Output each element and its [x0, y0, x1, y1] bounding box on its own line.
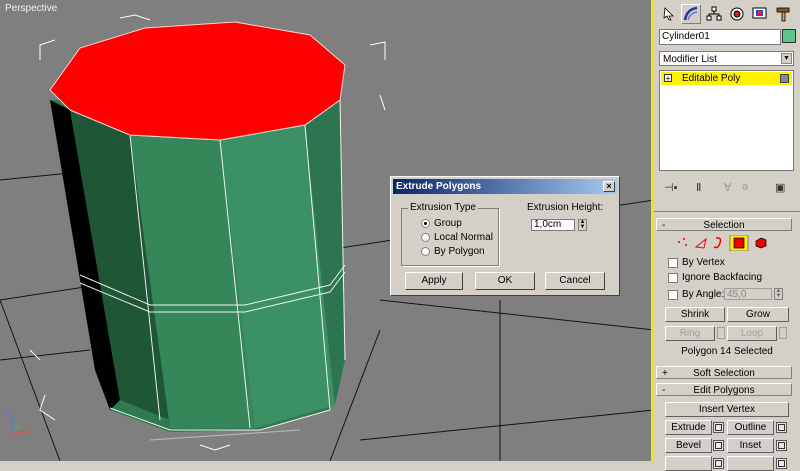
- group-radio[interactable]: [421, 219, 430, 228]
- ring-spinner[interactable]: [717, 327, 725, 339]
- by-vertex-checkbox[interactable]: [668, 258, 678, 268]
- ignore-backfacing-checkbox[interactable]: [668, 273, 678, 283]
- partial-button-row-2[interactable]: [727, 456, 774, 471]
- inset-settings-icon[interactable]: [776, 440, 787, 451]
- polygon-icon[interactable]: [733, 237, 745, 249]
- by-polygon-option-label: By Polygon: [434, 246, 485, 257]
- by-angle-checkbox[interactable]: [668, 290, 678, 300]
- cancel-button[interactable]: Cancel: [545, 272, 605, 290]
- dialog-title: Extrude Polygons: [396, 181, 482, 192]
- motion-tab-icon[interactable]: [727, 4, 747, 24]
- remove-modifier-icon[interactable]: ə: [742, 181, 748, 195]
- outline-settings-icon[interactable]: [776, 422, 787, 433]
- extrude-polygons-dialog: Extrude Polygons × Extrusion Type Group …: [390, 176, 620, 296]
- selection-rollout-title: Selection: [703, 220, 745, 231]
- collapse-sign: -: [662, 220, 666, 231]
- group-option-label: Group: [434, 218, 462, 229]
- partial-button-row[interactable]: [665, 456, 712, 471]
- inset-button[interactable]: Inset: [727, 438, 774, 453]
- stack-item-toggle-icon[interactable]: [780, 74, 789, 83]
- chevron-down-icon[interactable]: ▼: [781, 53, 792, 64]
- display-tab-icon[interactable]: [750, 4, 770, 24]
- expand-sign: +: [662, 368, 668, 379]
- modifier-list-dropdown[interactable]: Modifier List ▼: [659, 51, 794, 66]
- soft-selection-rollout-header[interactable]: + Soft Selection: [656, 366, 792, 379]
- configure-sets-icon[interactable]: ▣: [775, 181, 785, 195]
- axis-tripod-icon: z x: [6, 408, 31, 436]
- svg-text:z: z: [6, 408, 10, 415]
- angle-value-field[interactable]: 45,0: [724, 288, 772, 300]
- extrusion-height-spinner[interactable]: ▲ ▼: [578, 219, 587, 231]
- collapse-sign: -: [662, 385, 666, 396]
- show-end-result-icon[interactable]: Ⅱ: [696, 181, 701, 195]
- pin-stack-icon[interactable]: ⊣▪: [664, 181, 677, 195]
- angle-spinner[interactable]: ▲ ▼: [774, 288, 783, 300]
- element-icon[interactable]: [755, 237, 767, 249]
- extrude-settings-icon[interactable]: [713, 422, 724, 433]
- dialog-title-bar[interactable]: Extrude Polygons ×: [393, 179, 617, 194]
- by-vertex-label: By Vertex: [682, 257, 725, 268]
- bevel-settings-icon[interactable]: [713, 440, 724, 451]
- edit-polygons-title: Edit Polygons: [693, 385, 755, 396]
- ignore-backfacing-label: Ignore Backfacing: [682, 272, 763, 283]
- loop-spinner[interactable]: [779, 327, 787, 339]
- extrusion-height-input[interactable]: 1,0cm: [531, 219, 575, 231]
- shrink-button[interactable]: Shrink: [665, 307, 725, 322]
- stack-item-editable-poly[interactable]: + Editable Poly: [661, 72, 792, 85]
- modifier-list-label: Modifier List: [663, 54, 717, 65]
- grow-button[interactable]: Grow: [727, 307, 789, 322]
- create-tab-icon[interactable]: [659, 4, 679, 24]
- extrusion-type-group: Extrusion Type Group Local Normal By Pol…: [401, 202, 499, 266]
- selection-status: Polygon 14 Selected: [681, 346, 773, 357]
- modifier-stack[interactable]: + Editable Poly: [659, 70, 794, 171]
- make-unique-icon[interactable]: ∀: [724, 181, 732, 195]
- edit-polygons-rollout-header[interactable]: - Edit Polygons: [656, 383, 792, 396]
- partial-settings-icon-2[interactable]: [776, 458, 787, 469]
- local-normal-option-label: Local Normal: [434, 232, 493, 243]
- border-icon[interactable]: [713, 237, 722, 249]
- apply-button[interactable]: Apply: [405, 272, 463, 290]
- rollout-divider: [654, 211, 800, 212]
- utilities-tab-icon[interactable]: [773, 4, 793, 24]
- vertex-icon[interactable]: [678, 238, 687, 246]
- expand-plus-icon[interactable]: +: [664, 74, 672, 83]
- hierarchy-tab-icon[interactable]: [704, 4, 724, 24]
- extrusion-type-label: Extrusion Type: [408, 202, 478, 213]
- outline-button[interactable]: Outline: [727, 420, 774, 435]
- edge-icon[interactable]: [694, 237, 707, 249]
- ok-button[interactable]: OK: [475, 272, 535, 290]
- ring-button[interactable]: Ring: [665, 326, 715, 341]
- object-name-field[interactable]: Cylinder01: [659, 29, 781, 45]
- loop-button[interactable]: Loop: [727, 326, 777, 341]
- local-normal-radio[interactable]: [421, 233, 430, 242]
- stack-toolbar: ⊣▪ Ⅱ ∀ ə ▣: [662, 181, 794, 195]
- viewport-label[interactable]: Perspective: [5, 3, 57, 14]
- bevel-button[interactable]: Bevel: [665, 438, 712, 453]
- svg-text:x: x: [27, 429, 31, 436]
- subobject-level-icons: [678, 235, 767, 251]
- modify-tab-icon[interactable]: [681, 4, 701, 24]
- extrusion-height-label: Extrusion Height:: [527, 202, 604, 213]
- by-polygon-radio[interactable]: [421, 247, 430, 256]
- cylinder-mesh[interactable]: [49, 21, 346, 432]
- soft-selection-title: Soft Selection: [693, 368, 755, 379]
- extrude-button[interactable]: Extrude: [665, 420, 712, 435]
- command-panel: Cylinder01 Modifier List ▼ + Editable Po…: [654, 0, 800, 471]
- object-color-swatch[interactable]: [782, 29, 796, 43]
- stack-item-label: Editable Poly: [682, 73, 741, 84]
- by-angle-label: By Angle:: [682, 289, 725, 300]
- close-icon[interactable]: ×: [603, 181, 615, 192]
- partial-settings-icon[interactable]: [713, 458, 724, 469]
- selection-rollout-header[interactable]: - Selection: [656, 218, 792, 231]
- insert-vertex-button[interactable]: Insert Vertex: [665, 402, 789, 417]
